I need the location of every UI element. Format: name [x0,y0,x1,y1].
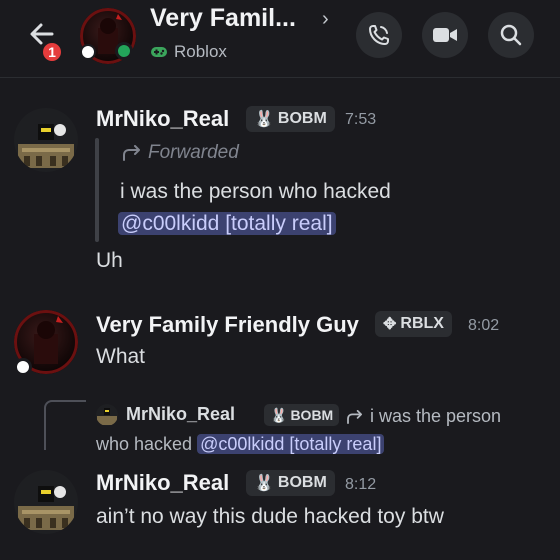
video-button[interactable] [422,12,468,58]
video-icon [433,28,457,42]
activity-status: Roblox [150,42,227,62]
forward-icon [347,409,362,424]
bunny-icon: 🐰 [254,111,274,128]
message-author[interactable]: MrNiko_Real [96,470,229,496]
reply-author[interactable]: MrNiko_Real [126,404,235,425]
reply-preview[interactable]: i was the person [346,406,501,427]
forwarded-text: i was the person who hacked [120,180,391,203]
user-tag: 🐰 BOBM [246,470,335,496]
message-text: Uh [96,249,123,272]
forwarded-mention-line: @c00lkidd [totally real] [118,212,336,236]
message-author[interactable]: MrNiko_Real [96,106,229,132]
status-icon [14,358,32,376]
forward-icon [123,145,140,161]
forwarded-label: Forwarded [122,142,239,164]
forward-bar [95,138,99,242]
reply-preview-text: who hacked [96,434,193,454]
online-status-icon [115,42,133,60]
reply-connector [44,400,86,450]
user-tag-label: BOBM [277,474,327,491]
gamepad-icon [151,47,167,57]
reply-preview-cont[interactable]: who hacked @c00lkidd [totally real] [96,434,385,455]
unread-badge: 1 [40,40,64,64]
activity-label: Roblox [174,42,227,61]
message-time: 7:53 [345,111,377,128]
bunny-icon: 🐰 [270,406,288,423]
user-mention[interactable]: @c00lkidd [totally real] [118,212,336,235]
bunny-icon: 🐰 [254,475,274,492]
reply-user-tag-label: BOBM [290,407,334,423]
avatar[interactable] [14,108,78,172]
message-author[interactable]: Very Family Friendly Guy [96,312,359,338]
channel-header: 1 Very Famil... › Roblox [0,0,560,78]
diamond-icon: ✥ [383,316,397,333]
status-icon [80,44,96,60]
forwarded-label-text: Forwarded [148,142,239,163]
user-tag: ✥ RBLX [375,311,452,337]
reply-avatar[interactable] [96,404,118,426]
call-button[interactable] [356,12,402,58]
message-text: What [96,345,146,368]
user-tag-label: BOBM [277,110,327,127]
message-time: 8:12 [345,476,377,493]
user-tag-label: RBLX [400,315,444,332]
call-icon [369,25,389,45]
message-text: ain’t no way this dude hacked toy btw [96,505,444,528]
channel-title[interactable]: Very Famil... [150,4,296,33]
search-icon [500,24,522,46]
user-tag: 🐰 BOBM [246,106,335,132]
chevron-right-icon[interactable]: › [322,8,329,31]
message-time: 8:02 [468,317,500,334]
reply-preview-text: i was the person [370,406,502,426]
user-mention[interactable]: @c00lkidd [totally real] [197,434,385,454]
search-button[interactable] [488,12,534,58]
avatar[interactable] [14,470,78,534]
reply-user-tag: 🐰 BOBM [264,404,340,426]
